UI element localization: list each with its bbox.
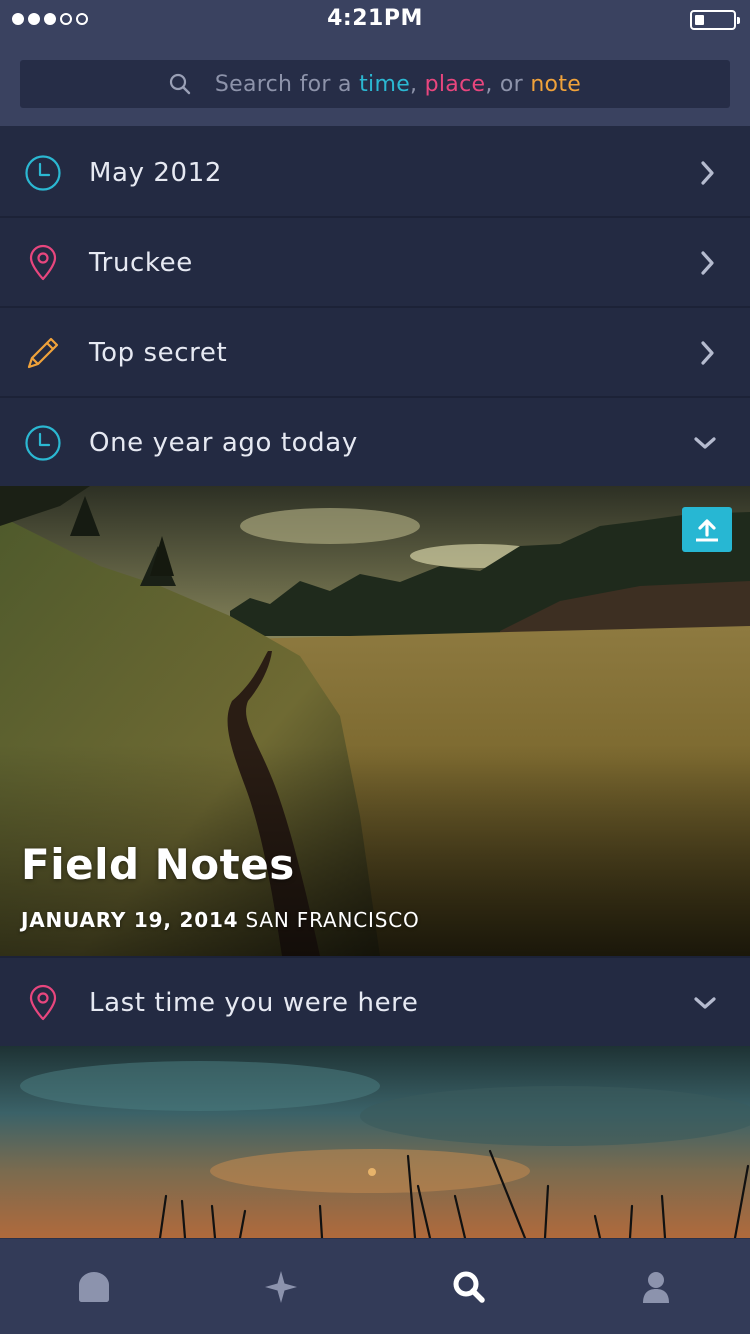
person-icon xyxy=(643,1272,669,1303)
search-keyword-time: time xyxy=(359,71,411,97)
row-label: May 2012 xyxy=(89,158,222,188)
status-time: 4:21PM xyxy=(327,6,423,31)
filter-row-place[interactable]: Truckee xyxy=(0,218,750,308)
search-icon xyxy=(453,1271,485,1303)
section-header-last-time-here[interactable]: Last time you were here xyxy=(0,956,750,1046)
tab-profile[interactable] xyxy=(636,1267,676,1307)
filter-row-time[interactable]: May 2012 xyxy=(0,128,750,218)
share-upload-button[interactable] xyxy=(682,507,732,552)
card-location: SAN FRANCISCO xyxy=(238,908,420,932)
chevron-down-icon[interactable] xyxy=(690,428,720,458)
search-placeholder: Search for a time, place, or note xyxy=(215,72,581,97)
tab-home[interactable] xyxy=(74,1267,114,1307)
location-pin-icon xyxy=(29,244,57,281)
pencil-icon xyxy=(27,337,59,369)
row-label: Truckee xyxy=(89,248,193,278)
card-date: JANUARY 19, 2014 xyxy=(21,908,239,932)
search-sep: , or xyxy=(485,71,531,97)
memory-photo[interactable] xyxy=(0,1046,750,1238)
status-bar: 4:21PM xyxy=(0,0,750,40)
search-prefix: Search for a xyxy=(214,71,360,97)
sunset-photo-image xyxy=(0,1046,750,1238)
card-title: Field Notes xyxy=(21,840,295,889)
search-icon xyxy=(169,73,191,95)
clock-icon xyxy=(25,425,61,461)
tab-featured[interactable] xyxy=(261,1267,301,1307)
chevron-right-icon[interactable] xyxy=(696,158,720,188)
star-icon xyxy=(265,1271,297,1303)
upload-icon xyxy=(696,518,718,541)
clock-icon xyxy=(25,155,61,191)
search-input[interactable]: Search for a time, place, or note xyxy=(20,60,730,108)
row-label: Top secret xyxy=(89,338,228,368)
card-meta: JANUARY 19, 2014 SAN FRANCISCO xyxy=(21,908,420,932)
search-keyword-note: note xyxy=(530,71,582,97)
chevron-right-icon[interactable] xyxy=(696,248,720,278)
chevron-down-icon[interactable] xyxy=(690,988,720,1018)
row-label: One year ago today xyxy=(89,428,358,458)
search-keyword-place: place xyxy=(424,71,486,97)
chevron-right-icon[interactable] xyxy=(696,338,720,368)
section-header-one-year-ago[interactable]: One year ago today xyxy=(0,398,750,486)
battery-icon xyxy=(690,10,740,30)
search-sep: , xyxy=(410,71,425,97)
home-icon xyxy=(79,1272,109,1302)
location-pin-icon xyxy=(29,984,57,1021)
tab-bar xyxy=(0,1238,750,1334)
row-label: Last time you were here xyxy=(89,988,419,1018)
battery-level xyxy=(695,15,704,25)
tab-search[interactable] xyxy=(449,1267,489,1307)
header: 4:21PM Search for a time, place, or note xyxy=(0,0,750,126)
filter-row-note[interactable]: Top secret xyxy=(0,308,750,398)
